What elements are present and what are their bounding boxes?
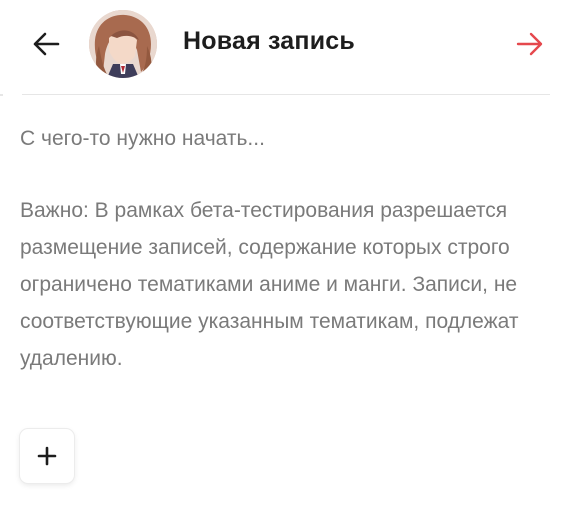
page-title: Новая запись xyxy=(183,27,355,55)
app-header: Новая запись xyxy=(0,0,576,92)
arrow-left-icon xyxy=(33,32,60,56)
post-editor[interactable]: С чего-то нужно начать... Важно: В рамка… xyxy=(20,120,560,377)
avatar-image xyxy=(89,10,157,78)
divider-mark xyxy=(0,94,3,96)
arrow-right-icon xyxy=(516,32,543,56)
editor-placeholder: С чего-то нужно начать... xyxy=(20,127,265,150)
header-divider xyxy=(22,94,550,95)
avatar[interactable] xyxy=(89,10,157,78)
back-button[interactable] xyxy=(26,26,66,62)
beta-notice: Важно: В рамках бета-тестирования разреш… xyxy=(20,199,519,370)
next-button[interactable] xyxy=(510,26,550,62)
plus-icon xyxy=(37,446,57,466)
add-block-button[interactable] xyxy=(20,429,74,483)
